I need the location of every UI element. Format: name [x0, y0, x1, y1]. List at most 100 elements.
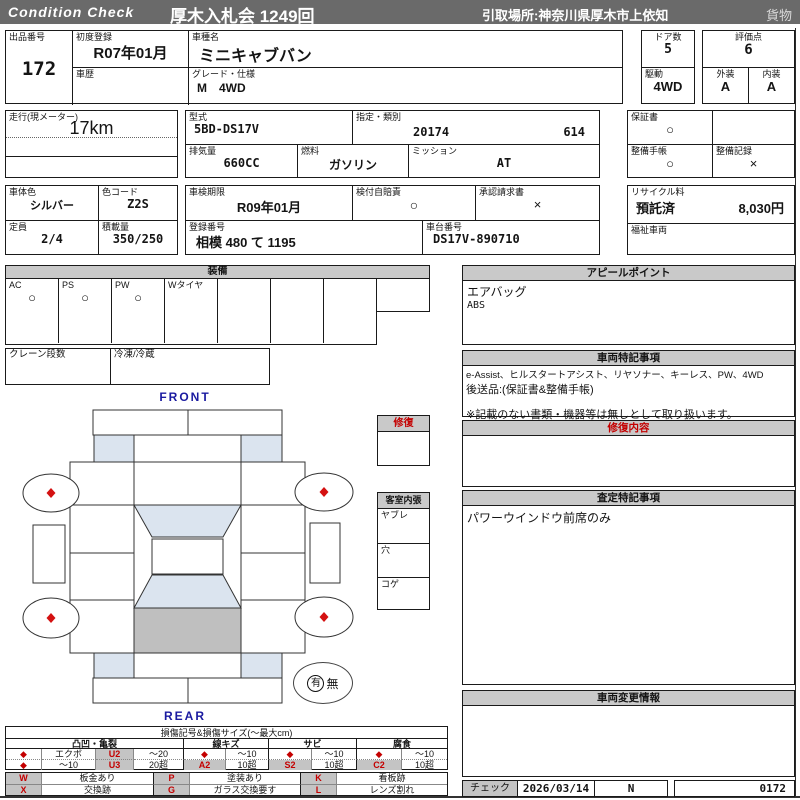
- mark-desc: 塗装あり: [190, 773, 301, 784]
- assessment-box: 査定特記事項 パワーウインドウ前席のみ: [462, 490, 795, 685]
- legend-diamond-icon: ◆: [184, 749, 226, 760]
- rear-gate-panel: [134, 653, 241, 678]
- legend-group-dents: 凸凹・亀裂: [6, 739, 184, 749]
- interior-trim-item-label: コゲ: [378, 578, 429, 589]
- model-code-label: 型式: [186, 111, 352, 122]
- interior-trim-item-label: ヤブレ: [378, 509, 429, 520]
- approval-cell: 承認請求書 ×: [476, 186, 599, 220]
- fridge-label: 冷凍/冷蔵: [111, 349, 269, 360]
- model-name-cell: 車種名 ミニキャブバン: [189, 31, 623, 67]
- mark-desc: 交換跡: [42, 784, 154, 795]
- approval-label: 承認請求書: [476, 186, 599, 197]
- mileage-empty-row-1: [6, 138, 177, 157]
- legend-cell: 〜10: [312, 749, 357, 760]
- recycle-welfare-box: リサイクル料 預託済 8,030円 福祉車両: [627, 185, 795, 255]
- color-code-cell: 色コード Z2S: [99, 186, 177, 220]
- equipment-cell-ac: AC ○: [6, 279, 59, 311]
- vehicle-notes-line-2: 後送品:(保証書&整備手帳): [463, 381, 794, 397]
- mark-code: X: [6, 784, 42, 795]
- equipment-cell-empty: [112, 311, 165, 343]
- repair-content-title: 修復内容: [463, 421, 794, 436]
- legend-cell: 〜10: [226, 749, 269, 760]
- marks-legend-box: W 板金あり P 塗装あり K 看板跡 X 交換跡 G ガラス交換要す L レン…: [5, 772, 448, 796]
- model-name-value: ミニキャブバン: [189, 42, 623, 66]
- equipment-cell-empty: [59, 311, 112, 343]
- mark-desc: ガラス交換要す: [190, 784, 301, 795]
- legend-cell: 〜10: [402, 749, 447, 760]
- type-class-cell: 指定・類別 20174 614: [353, 111, 599, 144]
- lot-number-label: 出品番号: [6, 31, 72, 42]
- spare-yes-circled: 有: [307, 675, 324, 692]
- interior-trim-item-tear: ヤブレ: [378, 509, 429, 543]
- repair-mark-title: 修復: [378, 416, 429, 432]
- equipment-title-bar: 装備: [5, 265, 430, 278]
- first-registration-label: 初度登録: [73, 31, 188, 42]
- registration-number-cell: 登録番号 相模 480 て 1195: [186, 220, 423, 254]
- equipment-row-1: AC ○ PS ○ PW ○ Wタイヤ: [5, 278, 430, 312]
- vehicle-notes-line-1: e-Assist、ヒルスタートアシスト、リヤソナー、キーレス、PW、4WD: [463, 366, 794, 381]
- mission-value: AT: [409, 156, 599, 170]
- vehicle-notes-box: 車両特記事項 e-Assist、ヒルスタートアシスト、リヤソナー、キーレス、PW…: [462, 350, 795, 417]
- spare-tire-indicator: 有 無: [293, 662, 353, 704]
- check-number: 0172: [760, 782, 787, 795]
- equipment-cell-pw: PW ○: [112, 279, 165, 311]
- doors-cell: ドア数 5: [642, 31, 694, 67]
- title-bar: Condition Check 厚木入札会 1249回 引取場所:神奈川県厚木市…: [0, 0, 800, 24]
- model-code-box: 型式 5BD-DS17V 指定・類別 20174 614 排気量 660CC 燃…: [185, 110, 600, 178]
- type-number: 20174: [413, 125, 449, 139]
- equipment-label: PW: [112, 279, 164, 290]
- documents-empty-cell: [713, 111, 794, 144]
- exterior-cell: 外装 A: [703, 67, 749, 103]
- exterior-label: 外装: [703, 68, 748, 79]
- legend-diamond-icon: ◆: [269, 749, 312, 760]
- interior-label: 内装: [749, 68, 794, 79]
- first-registration-cell: 初度登録 R07年01月: [73, 31, 189, 67]
- legend-cell: 20超: [134, 760, 184, 770]
- exterior-value: A: [703, 79, 748, 94]
- chassis-number-value: DS17V-890710: [423, 232, 599, 246]
- equipment-cell-empty: [6, 311, 59, 343]
- appeal-line-2: ABS: [463, 300, 794, 311]
- lot-number-cell: 出品番号 172: [6, 31, 73, 105]
- vehicle-notes-title: 車両特記事項: [463, 351, 794, 366]
- class-number: 614: [563, 125, 585, 139]
- interior-trim-item-label: 穴: [378, 544, 429, 555]
- legend-cell: エクボ: [42, 749, 96, 760]
- roof-panel: [152, 539, 223, 574]
- mark-code: W: [6, 773, 42, 784]
- legend-code: S2: [269, 760, 312, 770]
- inspection-expiry-value: R09年01月: [186, 197, 352, 216]
- equipment-cell-empty: [218, 279, 271, 311]
- load-cell: 積載量 350/250: [99, 220, 177, 254]
- legend-code: A2: [184, 760, 226, 770]
- crane-fridge-box: クレーン段数 冷凍/冷蔵: [5, 348, 270, 385]
- warranty-value: ○: [628, 122, 712, 137]
- windshield: [134, 505, 241, 537]
- header-main-box: 出品番号 172 初度登録 R07年01月 車歴 車種名 ミニキャブバン グレー…: [5, 30, 623, 104]
- damage-legend-title: 損傷記号&損傷サイズ(〜最大cm): [6, 727, 447, 739]
- insurance-cell: 検付自賠責 ○: [353, 186, 476, 220]
- cargo-area: [134, 608, 241, 653]
- repair-content-box: 修復内容: [462, 420, 795, 487]
- brand-title: Condition Check: [8, 4, 134, 20]
- color-code-label: 色コード: [99, 186, 177, 197]
- equipment-cell-empty: [324, 311, 376, 343]
- inspection-expiry-label: 車検期限: [186, 186, 352, 197]
- mark-code: G: [154, 784, 190, 795]
- page-right-border: [795, 28, 796, 796]
- equipment-cell-empty: [165, 311, 218, 343]
- maintenance-record-label: 整備記録: [713, 145, 794, 156]
- recycle-amount: 8,030円: [738, 198, 784, 217]
- legend-cell: 10超: [312, 760, 357, 770]
- rear-label: REAR: [100, 709, 270, 723]
- change-info-title: 車両変更情報: [463, 691, 794, 706]
- rear-window: [134, 575, 241, 608]
- chassis-number-label: 車台番号: [423, 221, 599, 232]
- doors-drive-box: ドア数 5 駆動 4WD: [641, 30, 695, 104]
- score-cell: 評価点 6: [703, 31, 794, 67]
- maintenance-record-value: ×: [713, 156, 794, 171]
- check-code-cell: N: [595, 780, 668, 797]
- doors-value: 5: [642, 42, 694, 57]
- equipment-value: ○: [112, 290, 164, 305]
- legend-diamond-icon: ◆: [357, 749, 402, 760]
